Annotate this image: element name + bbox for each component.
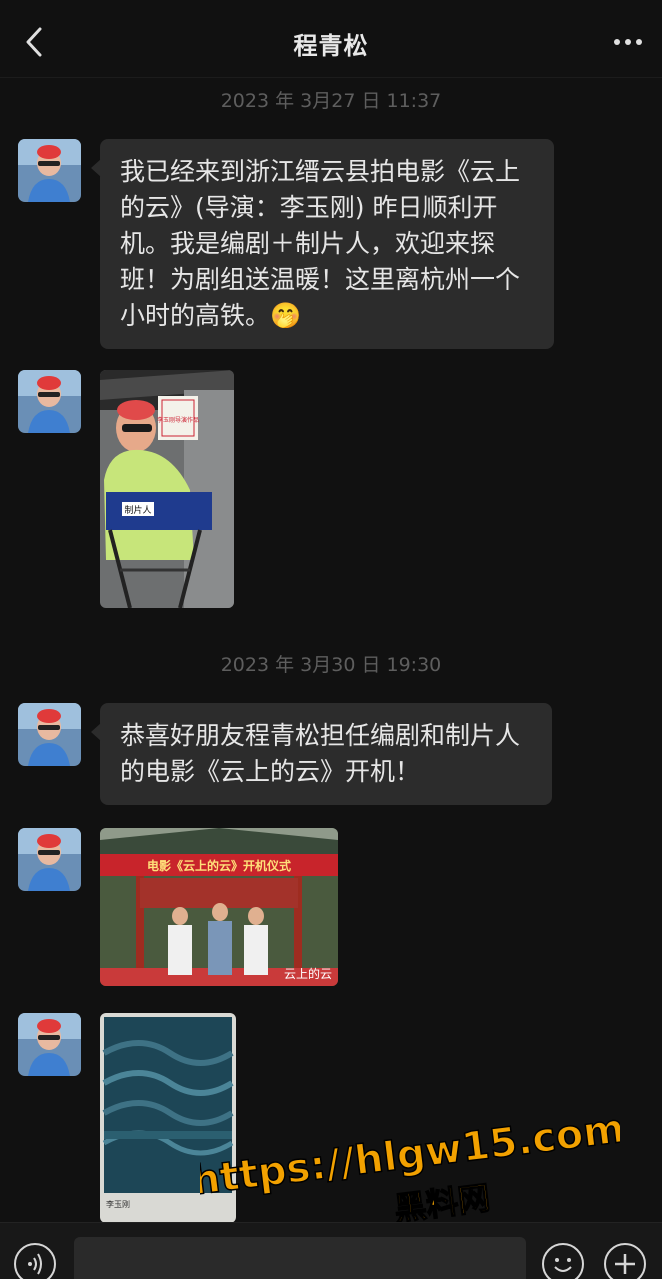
message-input[interactable] (74, 1237, 526, 1279)
avatar[interactable] (18, 828, 81, 891)
banner-text: 电影《云上的云》开机仪式 (147, 858, 291, 873)
photo-director-chair[interactable]: 李玉刚导演作品 制片人 (100, 370, 234, 608)
message-line: 我已经来到浙江缙云县拍电影《云上 (120, 157, 521, 186)
voice-button[interactable] (14, 1243, 56, 1279)
message-line: 机。我是编剧＋制片人，欢迎来探 (120, 229, 496, 258)
more-button[interactable] (608, 22, 648, 62)
chair-text: 制片人 (124, 504, 151, 516)
emoji-icon (554, 1258, 572, 1272)
message-line: 班！为剧组送温暖！这里离杭州一个 (120, 265, 521, 294)
avatar[interactable] (18, 370, 81, 433)
input-bar (0, 1222, 662, 1279)
chat-title: 程青松 (293, 32, 369, 60)
photo-opening-ceremony[interactable]: 电影《云上的云》开机仪式 云上的云 (100, 828, 338, 986)
top-bar: 程青松 (0, 0, 662, 78)
timestamp: 2023 年 3月30 日 19:30 (220, 654, 442, 676)
watermark-label: 黑料网 (392, 1179, 492, 1228)
plus-button[interactable] (604, 1243, 646, 1279)
text-bubble[interactable]: 我已经来到浙江缙云县拍电影《云上 的云》(导演：李玉刚) 昨日顺利开 机。我是编… (91, 139, 554, 349)
message-line: 的电影《云上的云》开机！ (120, 757, 421, 786)
watermark: https://hlgw15.com 黑料网 (200, 1106, 620, 1229)
avatar[interactable] (18, 703, 81, 766)
message-line: 的云》(导演：李玉刚) 昨日顺利开 (120, 193, 498, 222)
sign-text: 李玉刚导演作品 (157, 416, 199, 424)
voice-icon (28, 1253, 42, 1275)
emoji-button[interactable] (542, 1243, 584, 1279)
timestamp: 2023 年 3月27 日 11:37 (220, 90, 442, 112)
message-line: 恭喜好朋友程青松担任编剧和制片人 (120, 721, 521, 750)
text-bubble[interactable]: 恭喜好朋友程青松担任编剧和制片人 的电影《云上的云》开机！ (91, 703, 552, 805)
avatar[interactable] (18, 1013, 81, 1076)
corner-text: 云上的云 (284, 966, 332, 981)
avatar[interactable] (18, 139, 81, 202)
message-line: 小时的高铁。🤭 (120, 301, 302, 330)
plus-icon (615, 1254, 635, 1274)
poster-caption: 李玉刚 (106, 1199, 130, 1209)
more-dots-icon (614, 39, 642, 45)
